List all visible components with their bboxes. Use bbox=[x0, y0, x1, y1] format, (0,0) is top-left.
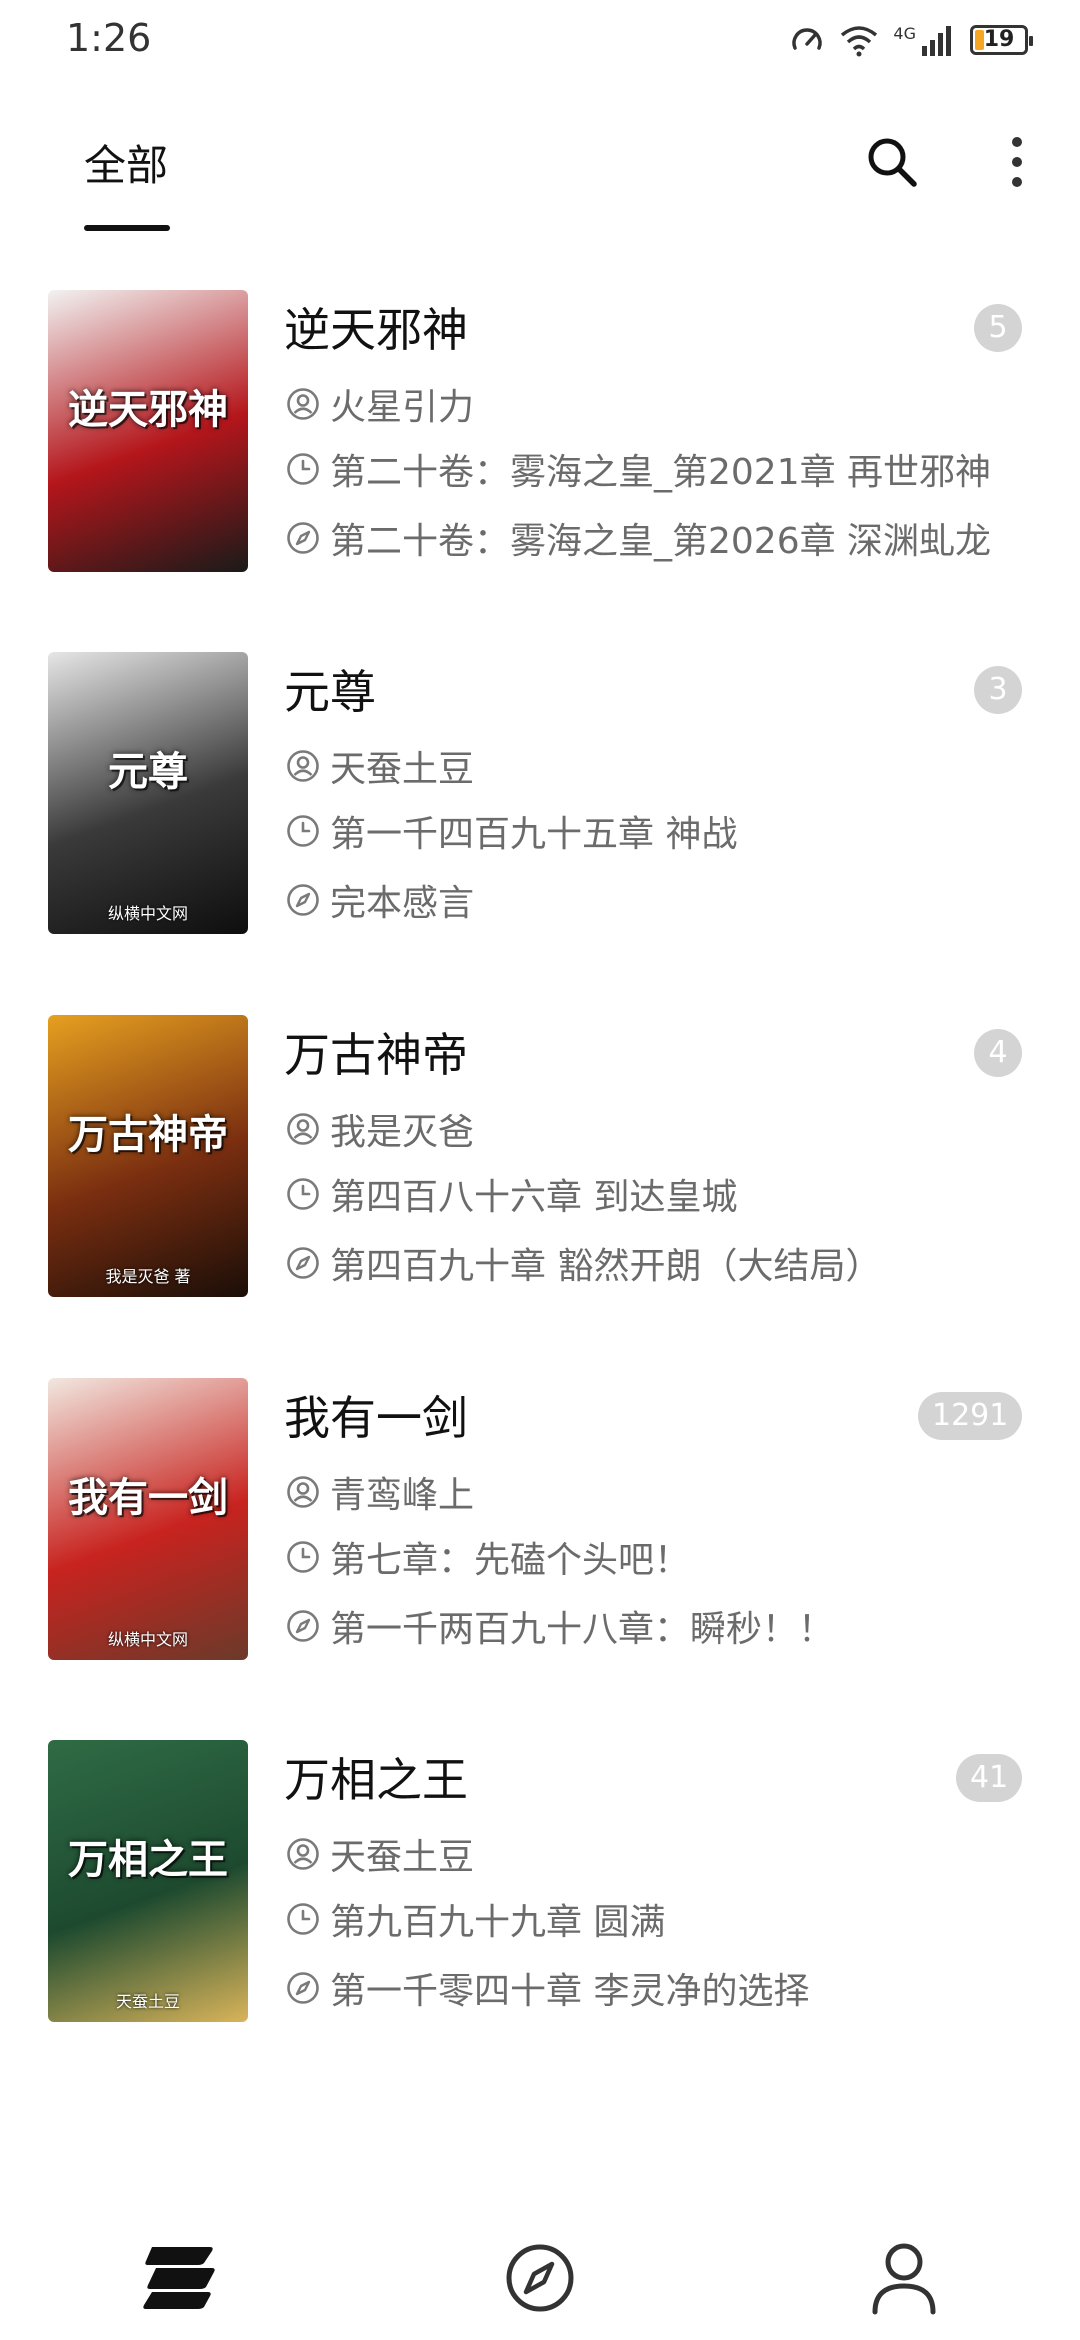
more-options-button[interactable] bbox=[1002, 130, 1032, 194]
unread-count-badge: 3 bbox=[974, 666, 1022, 714]
signal-icon bbox=[922, 26, 951, 56]
author-icon bbox=[287, 1838, 319, 1870]
wifi-icon bbox=[841, 26, 878, 57]
author-row: 火星引力 bbox=[286, 378, 474, 430]
last-read-chapter: 第二十卷：雾海之皇_第2021章 再世邪神 bbox=[330, 452, 992, 493]
book-cover[interactable]: 我有一剑 纵横中文网 bbox=[48, 1378, 248, 1660]
unread-count-badge: 5 bbox=[974, 304, 1022, 352]
cover-subtitle: 纵横中文网 bbox=[107, 1630, 188, 1649]
book-author: 天蚕土豆 bbox=[330, 749, 475, 790]
clock-icon bbox=[287, 453, 319, 485]
book-item[interactable]: 万古神帝 我是灭爸 著万古神帝 4 我是灭爸 第四百八十六章 到达皇城 第四百九十章 豁然… bbox=[0, 1015, 1080, 1315]
discover-compass-icon bbox=[506, 2244, 574, 2312]
network-type-label: 4G bbox=[893, 23, 916, 43]
profile-person-icon bbox=[872, 2243, 936, 2315]
cover-title: 逆天邪神 bbox=[68, 386, 228, 433]
latest-chapter-row: 第一千两百九十八章：瞬秒！！ bbox=[286, 1600, 834, 1652]
more-vertical-icon bbox=[1012, 137, 1022, 187]
book-item[interactable]: 我有一剑 纵横中文网 我有一剑 1291 青鸾峰上 第七章：先磕个头吧！ 第一千两百九十八章… bbox=[0, 1378, 1080, 1678]
book-item[interactable]: 逆天邪神 逆天邪神 5 火星引力 第二十卷：雾海之皇_第2021章 再世邪神 第二十卷：雾… bbox=[0, 290, 1080, 590]
latest-chapter-row: 第一千零四十章 李灵净的选择 bbox=[286, 1962, 809, 2014]
compass-icon bbox=[287, 1610, 319, 1642]
book-cover[interactable]: 万古神帝我是灭爸 著 bbox=[48, 1015, 248, 1297]
cover-title: 万相之王 bbox=[68, 1836, 228, 1883]
book-cover[interactable]: 万相之王 天蚕土豆 bbox=[48, 1740, 248, 2022]
book-item[interactable]: 万相之王 天蚕土豆 万相之王 41 天蚕土豆 第九百九十九章 圆满 第一千零四十章 李灵净的… bbox=[0, 1740, 1080, 2040]
author-icon bbox=[287, 388, 319, 420]
latest-chapter: 第一千两百九十八章：瞬秒！！ bbox=[330, 1609, 835, 1650]
compass-icon bbox=[287, 1247, 319, 1279]
last-read-chapter: 第四百八十六章 到达皇城 bbox=[330, 1177, 738, 1218]
unread-count-badge: 41 bbox=[956, 1754, 1023, 1802]
cover-subtitle: 纵横中文网 bbox=[107, 904, 188, 923]
nav-profile[interactable] bbox=[864, 2238, 944, 2318]
latest-chapter: 完本感言 bbox=[330, 883, 475, 924]
compass-icon bbox=[287, 884, 319, 916]
author-row: 天蚕土豆 bbox=[286, 740, 474, 792]
last-read-row: 第七章：先磕个头吧！ bbox=[286, 1531, 690, 1583]
nav-bookshelf[interactable] bbox=[140, 2238, 220, 2318]
bottom-nav bbox=[0, 2220, 1080, 2340]
last-read-chapter: 第七章：先磕个头吧！ bbox=[330, 1540, 691, 1581]
cover-subtitle: 我是灭爸 著 bbox=[105, 1267, 191, 1286]
book-title: 万古神帝 bbox=[284, 1028, 468, 1082]
bookshelf-icon bbox=[143, 2247, 215, 2309]
book-cover[interactable]: 逆天邪神 bbox=[48, 290, 248, 572]
search-button[interactable] bbox=[860, 130, 924, 194]
author-row: 天蚕土豆 bbox=[286, 1828, 474, 1880]
status-time: 1:26 bbox=[66, 16, 152, 60]
battery-icon: 19 bbox=[970, 25, 1033, 55]
book-title: 元尊 bbox=[284, 665, 376, 719]
cover-title: 我有一剑 bbox=[68, 1474, 228, 1521]
search-icon bbox=[868, 138, 917, 187]
cover-subtitle: 天蚕土豆 bbox=[115, 1992, 180, 2011]
book-author: 火星引力 bbox=[330, 387, 475, 428]
tab-all[interactable]: 全部 bbox=[84, 132, 168, 193]
clock-icon bbox=[287, 1541, 319, 1573]
top-bar: 全部 bbox=[0, 110, 1080, 240]
unread-count-badge: 4 bbox=[974, 1029, 1022, 1077]
author-row: 青鸾峰上 bbox=[286, 1466, 474, 1518]
latest-chapter-row: 完本感言 bbox=[286, 874, 474, 926]
latest-chapter: 第二十卷：雾海之皇_第2026章 深渊虬龙 bbox=[330, 521, 992, 562]
book-title: 我有一剑 bbox=[284, 1391, 468, 1445]
nav-discover[interactable] bbox=[500, 2238, 580, 2318]
book-author: 我是灭爸 bbox=[330, 1112, 475, 1153]
unread-count-badge: 1291 bbox=[918, 1392, 1023, 1440]
last-read-chapter: 第一千四百九十五章 神战 bbox=[330, 814, 738, 855]
compass-icon bbox=[287, 522, 319, 554]
clock-icon bbox=[287, 815, 319, 847]
book-author: 天蚕土豆 bbox=[330, 1837, 475, 1878]
status-bar: 1:26 4G 19 bbox=[0, 0, 1080, 80]
cover-title: 元尊 bbox=[108, 748, 188, 795]
battery-level-text: 19 bbox=[983, 27, 1015, 52]
last-read-row: 第二十卷：雾海之皇_第2021章 再世邪神 bbox=[286, 443, 991, 495]
speedometer-icon bbox=[792, 28, 823, 50]
book-title: 逆天邪神 bbox=[284, 303, 468, 357]
latest-chapter-row: 第二十卷：雾海之皇_第2026章 深渊虬龙 bbox=[286, 512, 991, 564]
clock-icon bbox=[287, 1903, 319, 1935]
cover-title: 万古神帝 bbox=[68, 1111, 228, 1158]
latest-chapter: 第一千零四十章 李灵净的选择 bbox=[330, 1971, 810, 2012]
latest-chapter: 第四百九十章 豁然开朗（大结局） bbox=[330, 1246, 882, 1287]
author-icon bbox=[287, 1476, 319, 1508]
book-cover[interactable]: 元尊 纵横中文网 bbox=[48, 652, 248, 934]
last-read-chapter: 第九百九十九章 圆满 bbox=[330, 1902, 666, 1943]
author-icon bbox=[287, 750, 319, 782]
tab-indicator bbox=[84, 225, 170, 231]
author-row: 我是灭爸 bbox=[286, 1103, 474, 1155]
clock-icon bbox=[287, 1178, 319, 1210]
status-icons: 4G 19 bbox=[789, 20, 1033, 60]
book-author: 青鸾峰上 bbox=[330, 1475, 475, 1516]
latest-chapter-row: 第四百九十章 豁然开朗（大结局） bbox=[286, 1237, 881, 1289]
compass-icon bbox=[287, 1972, 319, 2004]
author-icon bbox=[287, 1113, 319, 1145]
last-read-row: 第九百九十九章 圆满 bbox=[286, 1893, 665, 1945]
last-read-row: 第四百八十六章 到达皇城 bbox=[286, 1168, 737, 1220]
book-title: 万相之王 bbox=[284, 1753, 468, 1807]
last-read-row: 第一千四百九十五章 神战 bbox=[286, 805, 737, 857]
book-item[interactable]: 元尊 纵横中文网 元尊 3 天蚕土豆 第一千四百九十五章 神战 完本感言 bbox=[0, 652, 1080, 952]
